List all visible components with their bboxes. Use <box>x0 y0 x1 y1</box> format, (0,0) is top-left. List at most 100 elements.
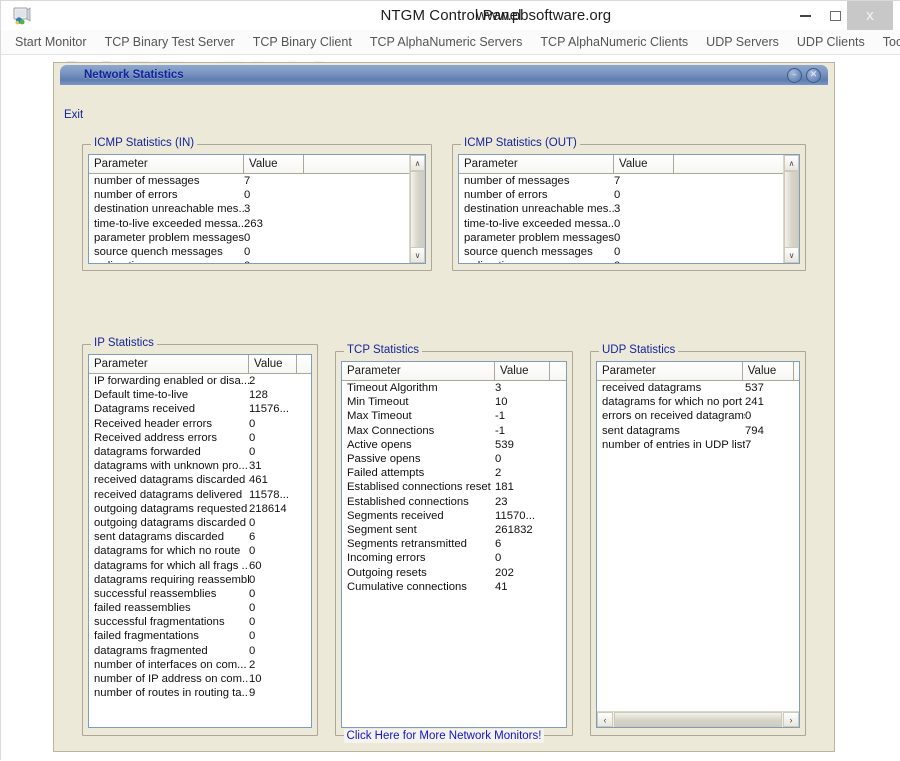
table-row[interactable]: number of messages 7 <box>89 174 409 188</box>
close-button[interactable]: x <box>847 1 893 30</box>
table-row[interactable]: number of routes in routing ta... 9 <box>89 686 311 700</box>
column-header-parameter[interactable]: Parameter <box>597 362 743 380</box>
table-row[interactable]: failed reassemblies 0 <box>89 601 311 615</box>
table-row[interactable]: Outgoing resets 202 <box>342 565 566 579</box>
table-row[interactable]: number of messages 7 <box>459 174 783 188</box>
table-row[interactable]: Incoming errors 0 <box>342 551 566 565</box>
menu-item-tools[interactable]: Tools <box>874 30 900 54</box>
table-row[interactable]: errors on received datagrams 0 <box>597 409 799 423</box>
table-row[interactable]: successful reassemblies 0 <box>89 587 311 601</box>
menu-item-tcp-alphanumeric-clients[interactable]: TCP AlphaNumeric Clients <box>531 30 697 54</box>
menu-item-udp-clients[interactable]: UDP Clients <box>788 30 874 54</box>
menu-item-tcp-binary-client[interactable]: TCP Binary Client <box>244 30 361 54</box>
table-row[interactable]: Min Timeout 10 <box>342 395 566 409</box>
table-row[interactable]: destination unreachable mes... 3 <box>459 202 783 216</box>
table-row[interactable]: Passive opens 0 <box>342 452 566 466</box>
table-row[interactable]: received datagrams discarded 461 <box>89 473 311 487</box>
table-row[interactable]: source quench messages 0 <box>459 245 783 259</box>
table-row[interactable]: Establised connections reset 181 <box>342 480 566 494</box>
table-row[interactable]: Active opens 539 <box>342 438 566 452</box>
table-row[interactable]: number of interfaces on com... 2 <box>89 658 311 672</box>
column-header-value[interactable]: Value <box>742 362 794 380</box>
table-row[interactable]: Received header errors 0 <box>89 417 311 431</box>
cell-value: 2 <box>249 658 256 671</box>
listview-ip[interactable]: Parameter Value IP forwarding enabled or d… <box>88 354 312 728</box>
table-row[interactable]: number of errors 0 <box>89 188 409 202</box>
column-header-parameter[interactable]: Parameter <box>89 155 244 173</box>
menu-item-tcp-alphanumeric-servers[interactable]: TCP AlphaNumeric Servers <box>361 30 532 54</box>
listview-udp[interactable]: Parameter Value received datagrams 537 datag… <box>596 361 800 728</box>
listview-icmp-in[interactable]: Parameter Value number of messages 7 number … <box>88 154 426 264</box>
table-row[interactable]: number of errors 0 <box>459 188 783 202</box>
table-row[interactable]: datagrams forwarded 0 <box>89 445 311 459</box>
table-row[interactable]: number of entries in UDP list... 7 <box>597 438 799 452</box>
scroll-right-button[interactable]: › <box>783 712 799 727</box>
listview-icmp-out[interactable]: Parameter Value number of messages 7 number … <box>458 154 800 264</box>
table-row[interactable]: Segments retransmitted 6 <box>342 537 566 551</box>
column-header-parameter[interactable]: Parameter <box>342 362 495 380</box>
table-row[interactable]: datagrams for which all frags ... 60 <box>89 558 311 572</box>
vertical-scrollbar[interactable]: ∧ ∨ <box>783 155 799 263</box>
scroll-up-button[interactable]: ∧ <box>784 155 799 171</box>
table-row[interactable]: sent datagrams 794 <box>597 424 799 438</box>
table-row[interactable]: failed fragmentations 0 <box>89 629 311 643</box>
table-row[interactable]: time-to-live exceeded messa... 263 <box>89 217 409 231</box>
child-minimize-button[interactable]: – <box>787 68 802 83</box>
scroll-left-button[interactable]: ‹ <box>597 712 613 727</box>
menu-item-udp-servers[interactable]: UDP Servers <box>697 30 788 54</box>
cell-value: 539 <box>495 438 514 451</box>
table-row[interactable]: Max Timeout -1 <box>342 409 566 423</box>
table-row[interactable]: Failed attempts 2 <box>342 466 566 480</box>
table-row[interactable]: outgoing datagrams requested 218614 <box>89 502 311 516</box>
table-row[interactable]: datagrams fragmented 0 <box>89 644 311 658</box>
table-row[interactable]: redirection messages0 <box>459 259 783 263</box>
table-row[interactable]: Max Connections -1 <box>342 424 566 438</box>
table-row[interactable]: Segment sent 261832 <box>342 523 566 537</box>
table-row[interactable]: outgoing datagrams discarded 0 <box>89 516 311 530</box>
table-row[interactable]: datagrams for which no route 0 <box>89 544 311 558</box>
column-header-value[interactable]: Value <box>249 355 297 373</box>
column-header-value[interactable]: Value <box>244 155 304 173</box>
exit-menu-item[interactable]: Exit <box>64 109 83 121</box>
table-row[interactable]: source quench messages 0 <box>89 245 409 259</box>
more-network-monitors-link[interactable]: Click Here for More Network Monitors! <box>56 729 832 743</box>
column-header-parameter[interactable]: Parameter <box>89 355 249 373</box>
table-row[interactable]: Established connections 23 <box>342 495 566 509</box>
scroll-down-button[interactable]: ∨ <box>784 247 799 263</box>
table-row[interactable]: received datagrams delivered 11578... <box>89 488 311 502</box>
column-header-parameter[interactable]: Parameter <box>459 155 614 173</box>
child-close-button[interactable]: ✕ <box>806 68 821 83</box>
table-row[interactable]: number of IP address on com... 10 <box>89 672 311 686</box>
table-row[interactable]: datagrams requiring reassembly 0 <box>89 573 311 587</box>
scroll-down-button[interactable]: ∨ <box>410 247 425 263</box>
menu-item-tcp-binary-test-server[interactable]: TCP Binary Test Server <box>96 30 244 54</box>
table-row[interactable]: time-to-live exceeded messa... 0 <box>459 217 783 231</box>
table-row[interactable]: successful fragmentations 0 <box>89 615 311 629</box>
table-row[interactable]: Segments received 11570... <box>342 509 566 523</box>
table-row[interactable]: datagrams for which no port 241 <box>597 395 799 409</box>
table-row[interactable]: received datagrams 537 <box>597 381 799 395</box>
menu-item-start-monitor[interactable]: Start Monitor <box>1 30 96 54</box>
table-row[interactable]: parameter problem messages 0 <box>459 231 783 245</box>
vertical-scrollbar[interactable]: ∧ ∨ <box>409 155 425 263</box>
horizontal-scrollbar[interactable]: ‹ › <box>597 711 799 727</box>
table-row[interactable]: destination unreachable mes... 3 <box>89 202 409 216</box>
table-row[interactable]: Received address errors 0 <box>89 431 311 445</box>
listview-tcp[interactable]: Parameter Value Timeout Algorithm 3 Min Time… <box>341 361 567 728</box>
table-row[interactable]: IP forwarding enabled or disa... 2 <box>89 374 311 388</box>
table-row[interactable]: Timeout Algorithm 3 <box>342 381 566 395</box>
column-header-value[interactable]: Value <box>614 155 674 173</box>
table-row[interactable]: parameter problem messages 0 <box>89 231 409 245</box>
table-row[interactable]: Default time-to-live 128 <box>89 388 311 402</box>
scrollbar-thumb[interactable] <box>614 712 782 727</box>
column-header-value[interactable]: Value <box>495 362 550 380</box>
child-window-titlebar[interactable]: Network Statistics – ✕ <box>60 65 828 85</box>
table-row[interactable]: datagrams with unknown pro... 31 <box>89 459 311 473</box>
table-row[interactable]: sent datagrams discarded 6 <box>89 530 311 544</box>
cell-value: 10 <box>249 673 262 686</box>
table-row[interactable]: Datagrams received 11576... <box>89 402 311 416</box>
table-row[interactable]: redirection messages0 <box>89 259 409 263</box>
table-row[interactable]: Cumulative connections 41 <box>342 580 566 594</box>
cell-parameter: Incoming errors <box>347 552 426 565</box>
scroll-up-button[interactable]: ∧ <box>410 155 425 171</box>
